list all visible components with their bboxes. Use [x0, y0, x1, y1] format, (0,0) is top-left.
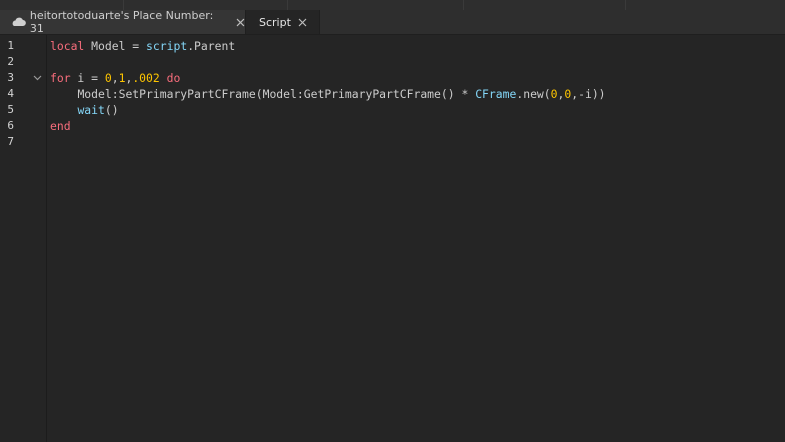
- line-number: 2: [7, 55, 14, 68]
- line-number: 5: [7, 103, 14, 116]
- tab-script[interactable]: Script: [245, 10, 320, 34]
- cloud-icon: [12, 17, 26, 26]
- tab-place-label: heitortotoduarte's Place Number: 31: [29, 9, 214, 35]
- tab-place[interactable]: heitortotoduarte's Place Number: 31: [0, 9, 245, 35]
- line-number: 4: [7, 87, 14, 100]
- code-line-6: end: [50, 119, 71, 133]
- tab-script-label: Script: [259, 15, 291, 29]
- code-editor[interactable]: local Model = script.Parent for i = 0,1,…: [50, 38, 780, 150]
- code-line-5: wait(): [77, 103, 119, 117]
- line-number: 7: [7, 135, 14, 148]
- close-icon[interactable]: [298, 18, 307, 27]
- code-line-3: for i = 0,1,.002 do: [50, 71, 181, 85]
- fold-chevron-icon[interactable]: [33, 73, 42, 82]
- tab-bar: heitortotoduarte's Place Number: 31 Scri…: [0, 9, 785, 35]
- code-line-1: local Model = script.Parent: [50, 39, 236, 53]
- line-number: 3: [7, 71, 14, 84]
- line-number: 6: [7, 119, 14, 132]
- code-line-4: Model:SetPrimaryPartCFrame(Model:GetPrim…: [77, 87, 606, 101]
- line-number: 1: [7, 39, 14, 52]
- line-number-gutter: 1 2 3 4 5 6 7: [0, 35, 47, 442]
- close-icon[interactable]: [236, 18, 245, 27]
